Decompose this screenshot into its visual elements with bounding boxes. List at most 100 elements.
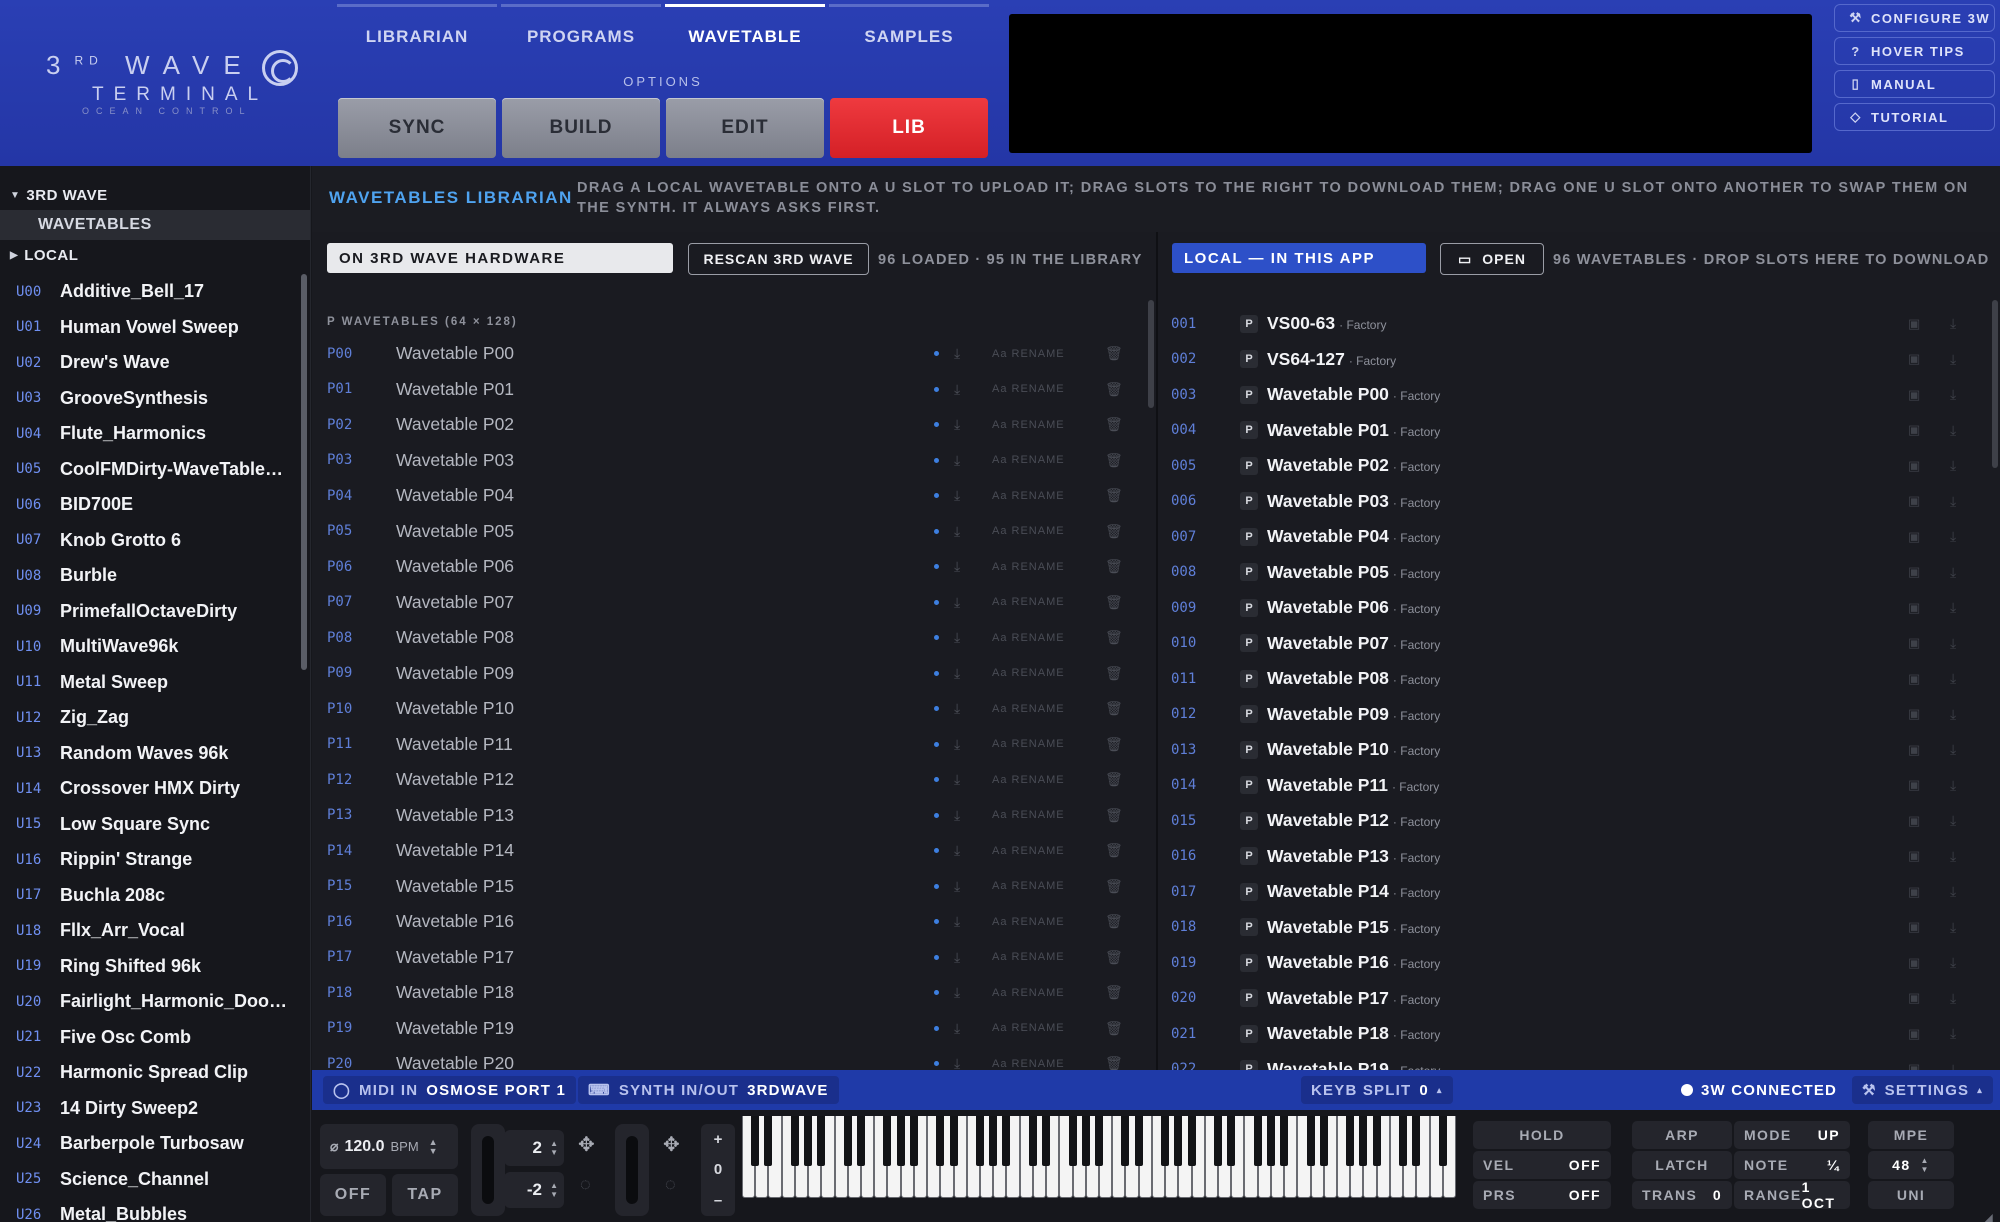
black-key[interactable] — [909, 1116, 918, 1166]
tree-item-wavetables[interactable]: WAVETABLES — [0, 210, 310, 240]
octave-down-button[interactable]: – — [714, 1192, 722, 1209]
download-icon[interactable]: ⤓ — [1950, 386, 1956, 403]
rename-button[interactable]: Aa RENAME — [992, 809, 1065, 821]
download-icon[interactable]: ⤓ — [1950, 777, 1956, 794]
black-key[interactable] — [1002, 1116, 1011, 1166]
local-wavetable-row[interactable]: 021 P Wavetable P18 · Factory ▣ ⤓ — [1158, 1016, 1988, 1052]
user-slot-item[interactable]: U01 Human Vowel Sweep — [0, 310, 300, 346]
user-slot-item[interactable]: U22 Harmonic Spread Clip — [0, 1055, 300, 1091]
rename-button[interactable]: Aa RENAME — [992, 596, 1065, 608]
trash-icon[interactable]: 🗑 — [1105, 558, 1123, 575]
trash-icon[interactable]: 🗑 — [1105, 452, 1123, 469]
black-key[interactable] — [1306, 1116, 1315, 1166]
local-wavetable-row[interactable]: 009 P Wavetable P06 · Factory ▣ ⤓ — [1158, 590, 1988, 626]
p-wavetable-row[interactable]: P04 Wavetable P04 ⤓ Aa RENAME 🗑 — [312, 478, 1148, 514]
p-wavetable-row[interactable]: P01 Wavetable P01 ⤓ Aa RENAME 🗑 — [312, 372, 1148, 408]
user-slot-item[interactable]: U20 Fairlight_Harmonic_Doo… — [0, 984, 300, 1020]
user-slot-item[interactable]: U21 Five Osc Comb — [0, 1020, 300, 1056]
download-icon[interactable]: ⤓ — [954, 345, 960, 362]
sidebar-scrollbar[interactable] — [301, 274, 307, 670]
black-key[interactable] — [1095, 1116, 1103, 1166]
velocity-control[interactable]: VEL OFF — [1473, 1151, 1611, 1179]
tab-samples[interactable]: SAMPLES — [829, 4, 989, 46]
trash-icon[interactable]: 🗑 — [1105, 771, 1123, 788]
p-wavetable-row[interactable]: P17 Wavetable P17 ⤓ Aa RENAME 🗑 — [312, 940, 1148, 976]
download-icon[interactable]: ⤓ — [954, 558, 960, 575]
rename-button[interactable]: Aa RENAME — [992, 561, 1065, 573]
rescan-button[interactable]: RESCAN 3RD WAVE — [688, 243, 869, 275]
trash-icon[interactable]: 🗑 — [1105, 345, 1123, 362]
download-icon[interactable]: ⤓ — [1950, 315, 1956, 332]
trash-icon[interactable]: 🗑 — [1105, 416, 1123, 433]
user-slot-item[interactable]: U13 Random Waves 96k — [0, 736, 300, 772]
download-icon[interactable]: ⤓ — [954, 1055, 960, 1070]
local-wavetable-row[interactable]: 017 P Wavetable P14 · Factory ▣ ⤓ — [1158, 874, 1988, 910]
arp-range-control[interactable]: RANGE 1 OCT — [1734, 1179, 1850, 1211]
save-icon[interactable]: ▣ — [1908, 813, 1920, 829]
download-icon[interactable]: ⤓ — [1950, 848, 1956, 865]
black-key[interactable] — [1187, 1116, 1196, 1166]
p-wavetable-row[interactable]: P09 Wavetable P09 ⤓ Aa RENAME 🗑 — [312, 656, 1148, 692]
rename-button[interactable]: Aa RENAME — [992, 667, 1065, 679]
black-key[interactable] — [1253, 1116, 1262, 1166]
save-icon[interactable]: ▣ — [1908, 777, 1920, 793]
p-wavetable-row[interactable]: P11 Wavetable P11 ⤓ Aa RENAME 🗑 — [312, 727, 1148, 763]
save-icon[interactable]: ▣ — [1908, 422, 1920, 438]
synth-io-selector[interactable]: ⌨ SYNTH IN/OUT 3RDWAVE — [578, 1076, 839, 1104]
save-icon[interactable]: ▣ — [1908, 316, 1920, 332]
black-key[interactable] — [1214, 1116, 1222, 1166]
p-wavetable-row[interactable]: P05 Wavetable P05 ⤓ Aa RENAME 🗑 — [312, 514, 1148, 550]
black-key[interactable] — [1081, 1116, 1090, 1166]
trash-icon[interactable]: 🗑 — [1105, 807, 1123, 824]
download-icon[interactable]: ⤓ — [954, 416, 960, 433]
rename-button[interactable]: Aa RENAME — [992, 383, 1065, 395]
save-icon[interactable]: ▣ — [1908, 919, 1920, 935]
save-icon[interactable]: ▣ — [1908, 351, 1920, 367]
settings-button[interactable]: ⚒ SETTINGS ▴ — [1852, 1076, 1993, 1104]
edit-button[interactable]: EDIT — [666, 98, 824, 158]
latch-button[interactable]: LATCH — [1632, 1151, 1732, 1179]
rename-button[interactable]: Aa RENAME — [992, 632, 1065, 644]
p-wavetable-row[interactable]: P13 Wavetable P13 ⤓ Aa RENAME 🗑 — [312, 798, 1148, 834]
arp-note-control[interactable]: NOTE ¼ — [1734, 1151, 1850, 1179]
user-slot-item[interactable]: U18 Fllx_Arr_Vocal — [0, 913, 300, 949]
user-slot-item[interactable]: U07 Knob Grotto 6 — [0, 523, 300, 559]
save-icon[interactable]: ▣ — [1908, 493, 1920, 509]
clock-off-button[interactable]: OFF — [320, 1174, 386, 1216]
tab-programs[interactable]: PROGRAMS — [501, 4, 661, 46]
user-slot-item[interactable]: U08 Burble — [0, 558, 300, 594]
save-icon[interactable]: ▣ — [1908, 1026, 1920, 1042]
p-wavetable-row[interactable]: P15 Wavetable P15 ⤓ Aa RENAME 🗑 — [312, 869, 1148, 905]
tutorial-button[interactable]: ◇ TUTORIAL — [1834, 103, 1995, 131]
user-slot-item[interactable]: U15 Low Square Sync — [0, 807, 300, 843]
local-wavetable-row[interactable]: 013 P Wavetable P10 · Factory ▣ ⤓ — [1158, 732, 1988, 768]
rename-button[interactable]: Aa RENAME — [992, 348, 1065, 360]
download-icon[interactable]: ⤓ — [1950, 706, 1956, 723]
trash-icon[interactable]: 🗑 — [1105, 665, 1123, 682]
user-slot-item[interactable]: U04 Flute_Harmonics — [0, 416, 300, 452]
p-wavetable-row[interactable]: P02 Wavetable P02 ⤓ Aa RENAME 🗑 — [312, 407, 1148, 443]
trash-icon[interactable]: 🗑 — [1105, 913, 1123, 930]
download-icon[interactable]: ⤓ — [1950, 351, 1956, 368]
user-slot-item[interactable]: U16 Rippin' Strange — [0, 842, 300, 878]
local-wavetable-row[interactable]: 014 P Wavetable P11 · Factory ▣ ⤓ — [1158, 768, 1988, 804]
p-wavetable-row[interactable]: P19 Wavetable P19 ⤓ Aa RENAME 🗑 — [312, 1011, 1148, 1047]
black-key[interactable] — [1372, 1116, 1381, 1166]
local-wavetable-row[interactable]: 010 P Wavetable P07 · Factory ▣ ⤓ — [1158, 626, 1988, 662]
user-slot-item[interactable]: U26 Metal_Bubbles — [0, 1197, 300, 1222]
local-wavetable-row[interactable]: 016 P Wavetable P13 · Factory ▣ ⤓ — [1158, 839, 1988, 875]
build-button[interactable]: BUILD — [502, 98, 660, 158]
rename-button[interactable]: Aa RENAME — [992, 845, 1065, 857]
p-wavetable-row[interactable]: P16 Wavetable P16 ⤓ Aa RENAME 🗑 — [312, 904, 1148, 940]
download-icon[interactable]: ⤓ — [954, 878, 960, 895]
user-slot-item[interactable]: U09 PrimefallOctaveDirty — [0, 594, 300, 630]
local-wavetable-row[interactable]: 015 P Wavetable P12 · Factory ▣ ⤓ — [1158, 803, 1988, 839]
black-key[interactable] — [936, 1116, 945, 1166]
download-icon[interactable]: ⤓ — [1950, 599, 1956, 616]
local-wavetable-row[interactable]: 011 P Wavetable P08 · Factory ▣ ⤓ — [1158, 661, 1988, 697]
black-key[interactable] — [1028, 1116, 1037, 1166]
stepper-arrows-icon[interactable]: ▲ ▼ — [550, 1181, 558, 1199]
black-key[interactable] — [804, 1116, 813, 1166]
sync-button[interactable]: SYNC — [338, 98, 496, 158]
black-key[interactable] — [1359, 1116, 1368, 1166]
